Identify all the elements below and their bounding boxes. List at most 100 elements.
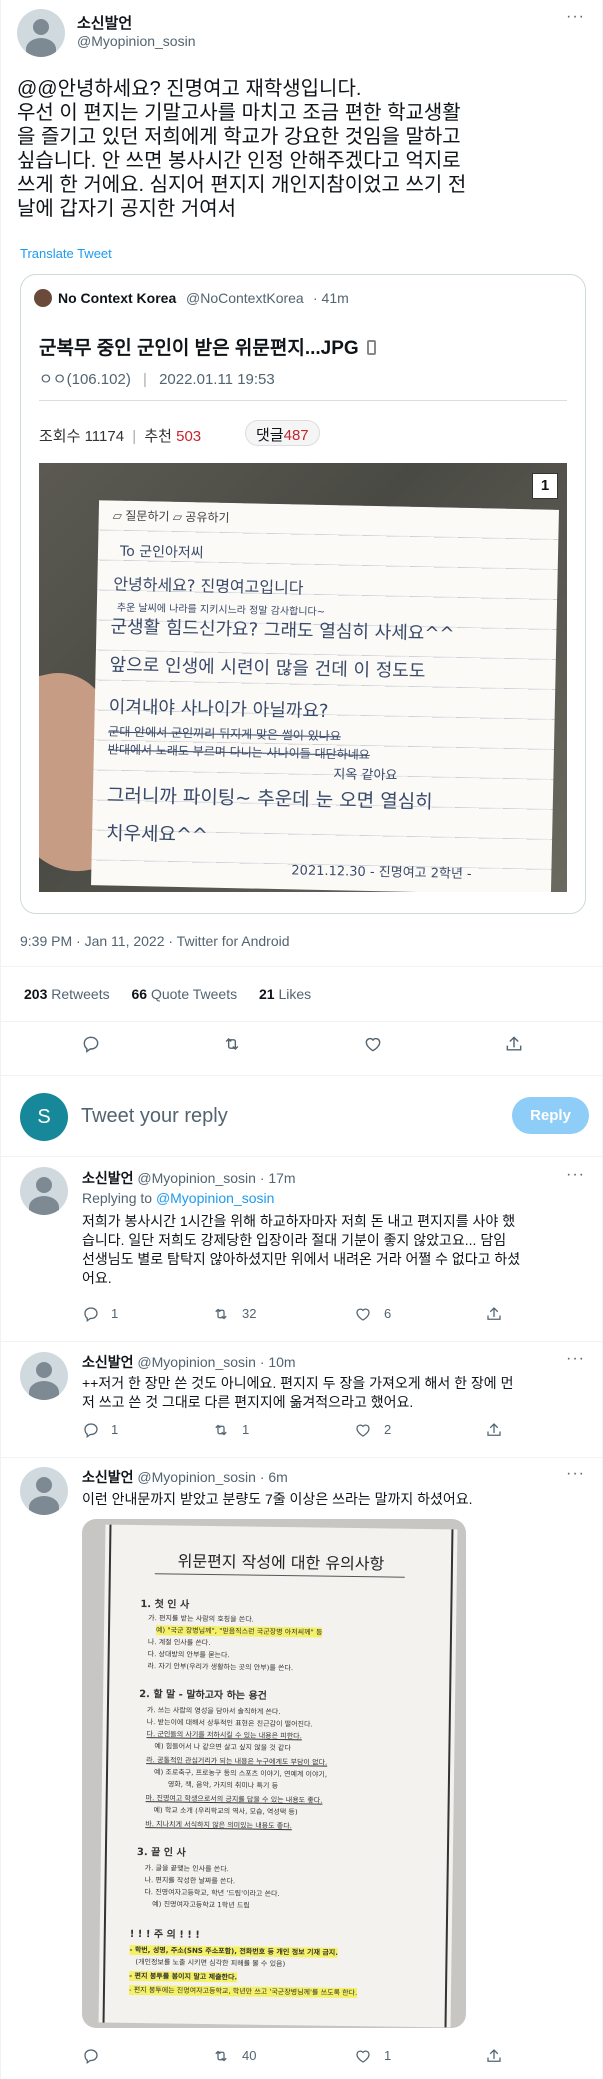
divider <box>1 1075 603 1076</box>
reply-author-handle[interactable]: @Myopinion_sosin <box>137 1354 256 1370</box>
reply-actions: 1 1 2 <box>82 1421 582 1443</box>
reply-time[interactable]: · 10m <box>260 1354 296 1370</box>
reply-header: 소신발언 @Myopinion_sosin · 17m <box>82 1168 296 1188</box>
reply-actions: 40 1 <box>82 2047 582 2069</box>
notice-line: 예) 힘들어서 나 같으면 살고 싶지 않을 것 같다 <box>154 1742 291 1753</box>
translate-tweet-link[interactable]: Translate Tweet <box>20 246 112 261</box>
like-count: 2 <box>384 1422 392 1437</box>
reply-text-line: 저 쓰고 쓴 것 그대로 다른 편지지에 옮겨적으라고 했어요. <box>82 1394 414 1410</box>
retweet-icon[interactable] <box>212 2047 230 2070</box>
divider <box>1 1021 603 1022</box>
like-icon[interactable] <box>354 1421 372 1444</box>
notice-left-bar <box>102 1524 112 2023</box>
quoted-author-handle: @NoContextKorea <box>186 290 304 306</box>
retweet-icon[interactable] <box>222 1034 242 1059</box>
tweet-text: @@안녕하세요? 진명여고 재학생입니다. 우선 이 편지는 기말고사를 마치고… <box>17 77 592 221</box>
reply-author-avatar[interactable] <box>20 1167 68 1215</box>
quoted-divider <box>39 400 567 401</box>
tweet-text-line: 싶습니다. 안 쓰면 봉사시간 인정 안해주겠다고 억지로 <box>17 150 461 172</box>
notice-heading: 3. 끝 인 사 <box>136 1847 186 1859</box>
reply-author-avatar[interactable] <box>20 1352 68 1400</box>
reply-text-line: ++저거 한 장만 쓴 것도 아니에요. 편지지 두 장을 가져오게 해서 한 … <box>82 1375 514 1391</box>
notice-right-bar <box>444 1529 454 2028</box>
share-icon[interactable] <box>504 1034 524 1059</box>
reply-author-handle[interactable]: @Myopinion_sosin <box>137 1469 256 1485</box>
retweet-icon[interactable] <box>212 1305 230 1328</box>
reply-text-line: 선생님도 별로 탐탁지 않아하셨지만 위에서 내려온 거라 어쩔 수 없다고 하… <box>82 1251 521 1267</box>
replying-to-link[interactable]: @Myopinion_sosin <box>156 1190 275 1206</box>
notice-sheet: 위문편지 작성에 대한 유의사항 1. 첫 인 사 가. 편지를 받는 사람의 … <box>98 1524 458 2028</box>
reply-avatar: S <box>20 1093 68 1141</box>
retweets-stat[interactable]: 203 Retweets <box>24 986 110 1002</box>
more-options-icon[interactable]: ··· <box>566 1166 585 1184</box>
more-options-icon[interactable]: ··· <box>566 1350 585 1368</box>
more-options-icon[interactable]: ··· <box>566 8 585 26</box>
reply-author-avatar[interactable] <box>20 1467 68 1515</box>
reply-text: 이런 안내문까지 받았고 분량도 7줄 이상은 쓰라는 말까지 하셨어요. <box>82 1490 473 1509</box>
quoted-avatar <box>34 289 52 307</box>
recommend-count: 503 <box>176 428 202 445</box>
comments-pill: 댓글487 <box>245 420 320 446</box>
notice-photo[interactable]: 위문편지 작성에 대한 유의사항 1. 첫 인 사 가. 편지를 받는 사람의 … <box>82 1519 466 2028</box>
reply-text-line: 저희가 봉사시간 1시간을 위해 하교하자마자 저희 돈 내고 편지지를 사야 … <box>82 1213 516 1229</box>
notice-line: 예) 학교 소개 (우리학교의 역사, 모습, 역성택 등) <box>153 1806 298 1817</box>
tweet-text-line: @@안녕하세요? 진명여고 재학생입니다. <box>17 78 362 100</box>
letter-line: 치우세요^^ <box>105 822 209 847</box>
share-icon[interactable] <box>485 2047 503 2070</box>
like-icon[interactable] <box>363 1034 383 1059</box>
retweet-count: 32 <box>242 1306 257 1321</box>
reply-author-name[interactable]: 소신발언 <box>82 1469 134 1485</box>
reply-author-handle[interactable]: @Myopinion_sosin <box>137 1170 256 1186</box>
letter-paper: ▱ 질문하기 ▱ 공유하기 To 군인아저씨 안녕하세요? 진명여고입니다 추운… <box>91 500 559 892</box>
reply-author-name[interactable]: 소신발언 <box>82 1170 134 1186</box>
quoted-stats: 조회수 11174 | 추천 503 <box>39 428 202 445</box>
reply-text: ++저거 한 장만 쓴 것도 아니에요. 편지지 두 장을 가져오게 해서 한 … <box>82 1374 513 1412</box>
notice-line: 다. 군인들의 사기를 저하시킬 수 있는 내용은 피한다. <box>146 1730 302 1741</box>
author-name[interactable]: 소신발언 <box>77 12 132 33</box>
tweet-timestamp[interactable]: 9:39 PM · Jan 11, 2022 · Twitter for And… <box>20 933 290 949</box>
tweet-text-line: 날에 갑자기 공지한 거여서 <box>17 198 237 220</box>
reply-icon[interactable] <box>82 2047 100 2070</box>
quoted-title-text: 군복무 중인 군인이 받은 위문편지...JPG <box>39 338 359 359</box>
reply-time[interactable]: · 17m <box>260 1170 296 1186</box>
quoted-title: 군복무 중인 군인이 받은 위문편지...JPG <box>39 333 376 360</box>
notice-line: 바. 지나치게 서식하지 않은 의미있는 내용도 좋다. <box>145 1820 292 1831</box>
letter-line: 안녕하세요? 진명여고입니다 <box>113 574 304 598</box>
author-handle[interactable]: @Myopinion_sosin <box>77 33 196 49</box>
reply-header: 소신발언 @Myopinion_sosin · 10m <box>82 1352 296 1372</box>
like-icon[interactable] <box>354 1305 372 1328</box>
reply-icon[interactable] <box>81 1034 101 1059</box>
likes-stat[interactable]: 21 Likes <box>259 986 311 1002</box>
reply-header: 소신발언 @Myopinion_sosin · 6m <box>82 1467 288 1487</box>
notice-line: 라. 자기 안부(우리가 생활하는 곳의 안부)를 쓴다. <box>147 1662 294 1673</box>
notice-warning-line: - 편지 봉투를 봉이지 말고 제출한다. <box>129 1970 238 1983</box>
divider <box>1 1457 603 1458</box>
reply-author-name[interactable]: 소신발언 <box>82 1354 134 1370</box>
views-count: 11174 <box>84 428 125 445</box>
reply-icon[interactable] <box>82 1421 100 1444</box>
quotes-stat[interactable]: 66 Quote Tweets <box>132 986 238 1002</box>
reply-time[interactable]: · 6m <box>260 1469 288 1485</box>
like-count: 1 <box>384 2048 392 2063</box>
more-options-icon[interactable]: ··· <box>566 1465 585 1483</box>
notice-warning-line: - 학번, 성명, 주소(SNS 주소포함), 전화번호 등 개인 정보 기재 … <box>129 1944 338 1958</box>
notice-line: 다. 진명여자고등학교, 학년 '드림'이라고 쓴다. <box>144 1888 280 1899</box>
reply-button[interactable]: Reply <box>512 1097 589 1134</box>
reply-text-line: 어요. <box>82 1270 112 1286</box>
reply-icon[interactable] <box>82 1305 100 1328</box>
comments-count: 487 <box>283 427 309 444</box>
notice-line: 나. 편지를 작성한 날짜를 쓴다. <box>144 1876 236 1886</box>
notice-warning-heading: ! ! ! 주 의 ! ! ! <box>129 1928 200 1941</box>
like-icon[interactable] <box>354 2047 372 2070</box>
retweet-icon[interactable] <box>212 1421 230 1444</box>
replying-to: Replying to @Myopinion_sosin <box>82 1190 275 1206</box>
author-avatar[interactable] <box>17 9 65 57</box>
reply-text-line: 이런 안내문까지 받았고 분량도 7줄 이상은 쓰라는 말까지 하셨어요. <box>82 1491 473 1507</box>
share-icon[interactable] <box>485 1421 503 1444</box>
reply-input[interactable]: Tweet your reply <box>81 1105 228 1128</box>
letter-photo[interactable]: ▱ 질문하기 ▱ 공유하기 To 군인아저씨 안녕하세요? 진명여고입니다 추운… <box>39 463 567 892</box>
divider <box>1 1156 603 1157</box>
share-icon[interactable] <box>485 1305 503 1328</box>
divider <box>1 1341 603 1342</box>
notice-line: 가. 글을 끝맺는 인사를 쓴다. <box>144 1864 229 1874</box>
